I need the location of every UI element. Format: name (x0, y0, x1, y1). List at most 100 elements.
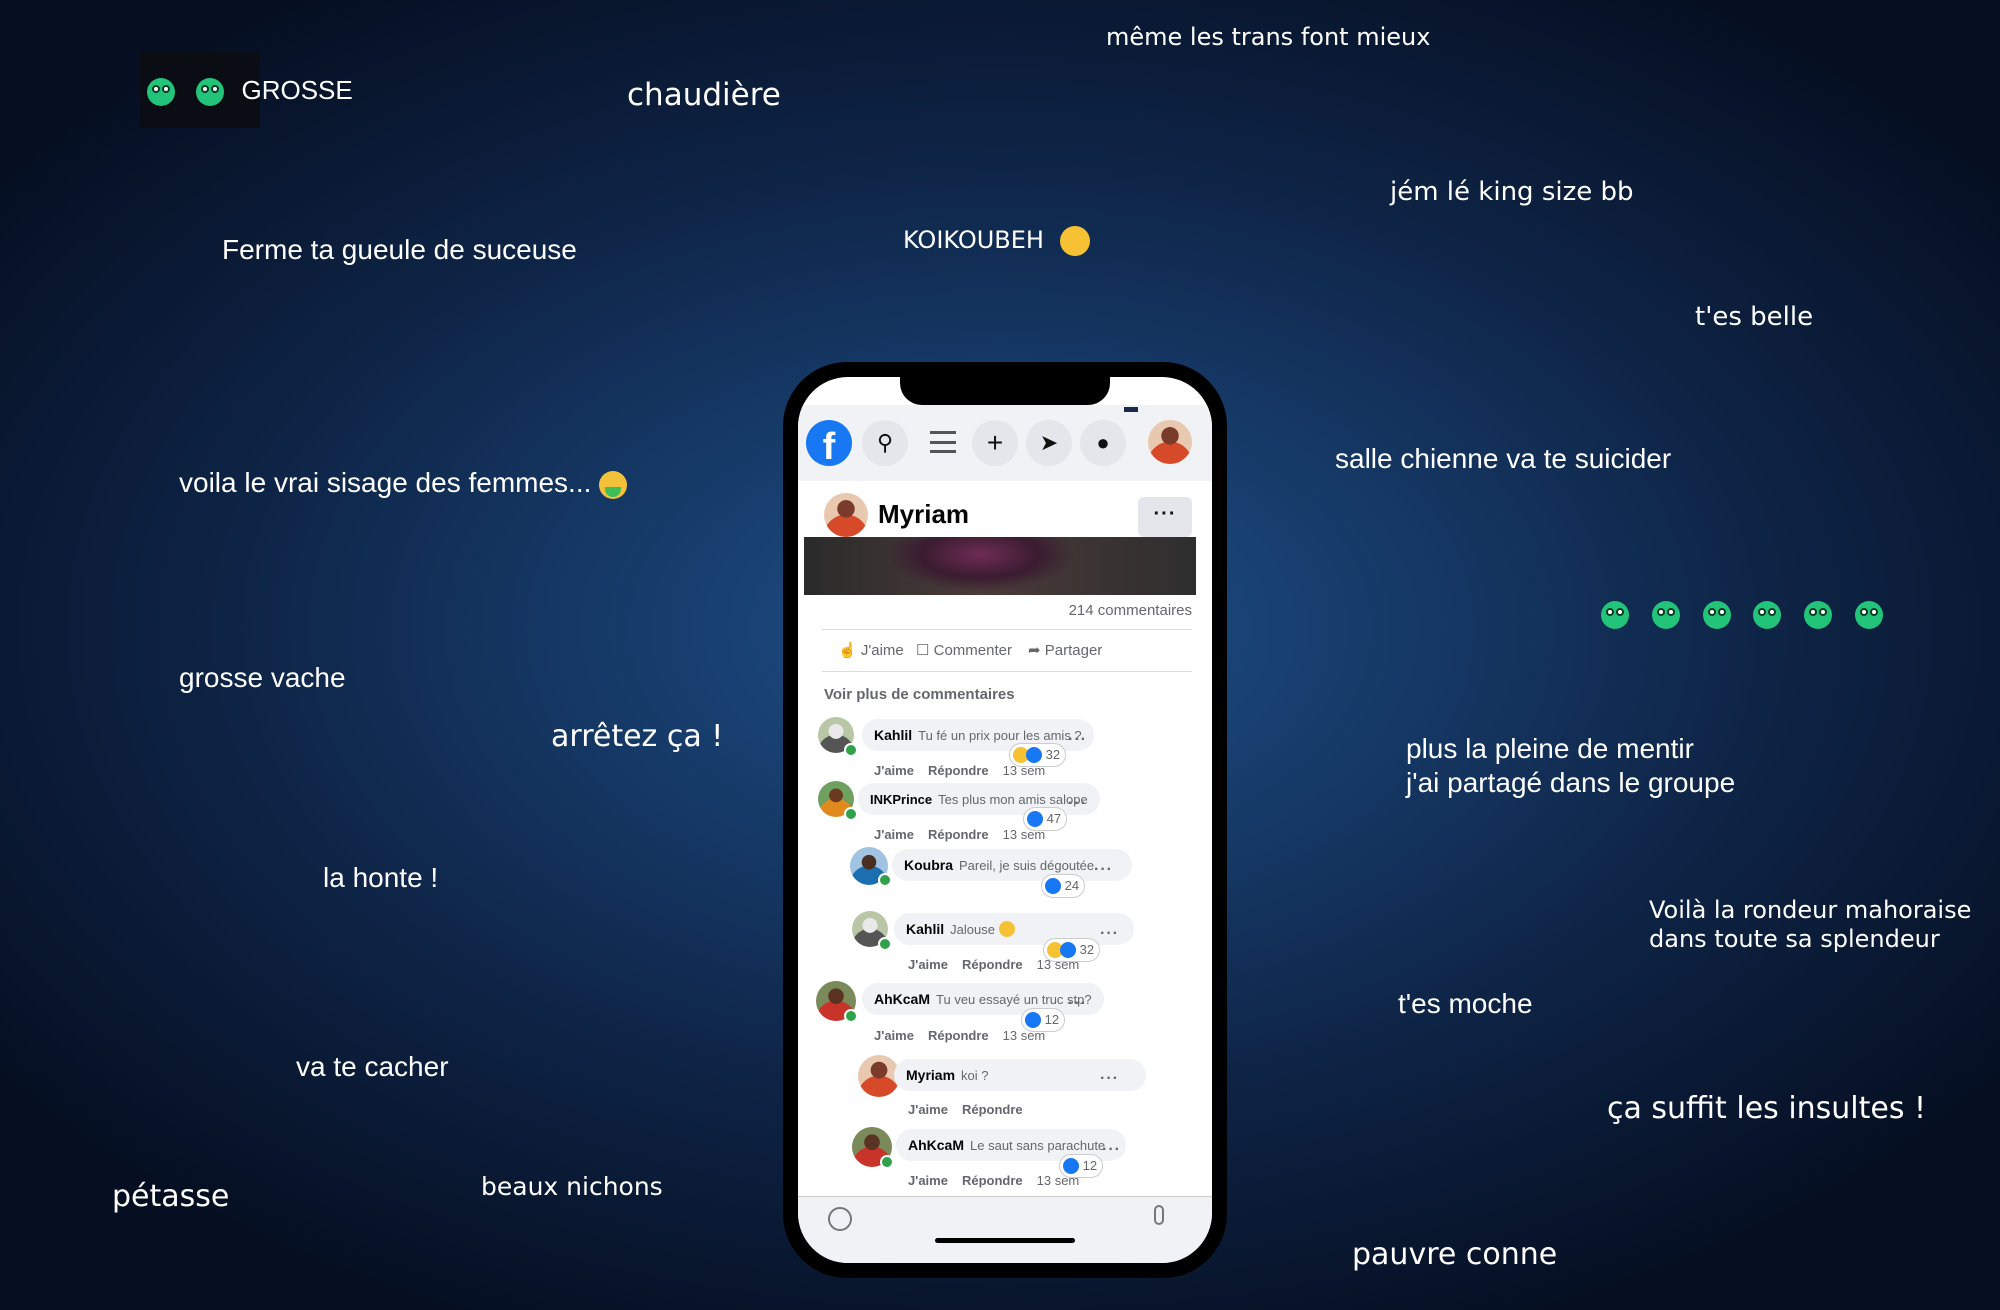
post-photo[interactable] (804, 537, 1196, 595)
comment-pauvre-conne: pauvre conne (1352, 1237, 1558, 1272)
comment-author[interactable]: Kahlil (874, 727, 912, 743)
sick-face-icon (196, 78, 225, 107)
comment-reply-link[interactable]: Répondre (928, 827, 989, 842)
comment-text: Tes plus mon amis salope (938, 792, 1088, 807)
reaction-number: 12 (1082, 1158, 1098, 1173)
microphone-icon[interactable] (1154, 1205, 1164, 1225)
comment-voila-le-vrai: voila le vrai sisage des femmes... (179, 467, 628, 499)
comment-like-link[interactable]: J'aime (874, 763, 914, 778)
comment-more-icon[interactable]: ··· (1068, 731, 1087, 749)
like-button[interactable]: ☝ J'aime (838, 641, 904, 659)
comment-reply-link[interactable]: Répondre (962, 957, 1023, 972)
home-indicator (935, 1238, 1075, 1243)
comment-ferme-ta-gueule: Ferme ta gueule de suceuse (222, 234, 577, 265)
see-more-comments-link[interactable]: Voir plus de commentaires (824, 686, 1015, 703)
comment-author[interactable]: AhKcaM (874, 991, 930, 1007)
phone-notch (900, 377, 1110, 405)
comment-more-icon[interactable]: ··· (1068, 995, 1087, 1013)
comment-button[interactable]: ☐ Commenter (916, 641, 1012, 659)
bell-icon[interactable]: ● (1080, 420, 1126, 466)
sick-face-icon (1854, 600, 1883, 629)
comment-count[interactable]: 214 commentaires (1069, 602, 1192, 619)
comment-reply-link[interactable]: Répondre (928, 763, 989, 778)
reaction-number: 24 (1064, 878, 1080, 893)
status-indicator (1124, 407, 1138, 412)
reaction-number: 32 (1045, 747, 1061, 762)
comment-author[interactable]: AhKcaM (908, 1137, 964, 1153)
comment-label: Commenter (933, 642, 1012, 659)
comment-beaux-nichons: beaux nichons (481, 1172, 663, 1201)
comment-la-honte: la honte ! (323, 862, 439, 893)
phone-frame: f ⚲ + ➤ ● Myriam ··· 214 commentaires ☝ … (783, 362, 1227, 1278)
comment-time: 13 sem (1002, 1028, 1046, 1043)
comment-like-link[interactable]: J'aime (908, 957, 948, 972)
grosse-comment: GROSSE (147, 75, 353, 107)
comment-text: Jalouse (950, 922, 995, 937)
comment-reply-link[interactable]: Répondre (962, 1173, 1023, 1188)
comment-meta: J'aime Répondre 13 sem (908, 1173, 1079, 1188)
comment-time: 13 sem (1002, 763, 1046, 778)
comment-va-te-cacher: va te cacher (296, 1051, 449, 1082)
comment-text: koi ? (961, 1068, 989, 1083)
online-dot (844, 807, 858, 821)
comment-reply-link[interactable]: Répondre (928, 1028, 989, 1043)
comment-like-link[interactable]: J'aime (874, 827, 914, 842)
comment-more-icon[interactable]: ··· (1068, 795, 1087, 813)
reaction-count[interactable]: 24 (1042, 875, 1085, 897)
share-button[interactable]: ➦ Partager (1028, 641, 1102, 659)
sick-faces-row (1601, 597, 1883, 629)
sick-face-icon (147, 78, 175, 107)
comment-reply-link[interactable]: Répondre (962, 1102, 1023, 1117)
comment-text: Tu fé un prix pour les amis ? (918, 728, 1082, 743)
comment-author[interactable]: Koubra (904, 857, 953, 873)
comment-author[interactable]: Myriam (906, 1067, 955, 1083)
emoji-icon[interactable] (828, 1207, 852, 1231)
like-reaction-icon (1045, 877, 1061, 894)
online-dot (878, 873, 892, 887)
comment-author[interactable]: INKPrince (870, 792, 932, 807)
profile-avatar[interactable] (1148, 420, 1192, 464)
menu-icon[interactable] (930, 431, 956, 453)
like-reaction-icon (1025, 1011, 1041, 1028)
post-author-name[interactable]: Myriam (878, 499, 969, 530)
comment-chaudiere: chaudière (627, 77, 781, 113)
comment-more-icon[interactable]: ··· (1102, 1141, 1121, 1159)
comment-more-icon[interactable]: ··· (1100, 925, 1119, 943)
comment-like-link[interactable]: J'aime (874, 1028, 914, 1043)
divider (822, 629, 1192, 630)
create-button[interactable]: + (972, 420, 1018, 466)
sick-face-icon (1601, 600, 1629, 629)
author-avatar[interactable] (824, 493, 868, 537)
comment-arretez-ca: arrêtez ça ! (551, 719, 724, 754)
comment-bubble-icon: ☐ (916, 642, 930, 659)
comment-meta: J'aime Répondre 13 sem (874, 1028, 1045, 1043)
post-more-button[interactable]: ··· (1138, 497, 1192, 537)
sick-face-icon (1804, 600, 1833, 629)
comment-bubble[interactable]: INKPrince Tes plus mon amis salope (858, 783, 1100, 815)
online-dot (878, 937, 892, 951)
comment-like-link[interactable]: J'aime (908, 1173, 948, 1188)
comment-input-bar[interactable] (798, 1196, 1212, 1263)
phone-screen: f ⚲ + ➤ ● Myriam ··· 214 commentaires ☝ … (798, 377, 1212, 1263)
grosse-text: GROSSE (241, 75, 353, 105)
comment-bubble[interactable]: Kahlil Jalouse (894, 913, 1134, 945)
reaction-number: 47 (1046, 811, 1062, 826)
sick-face-icon (1651, 600, 1680, 629)
like-reaction-icon (1063, 1157, 1079, 1174)
comment-text: Le saut sans parachute (970, 1138, 1106, 1153)
comment-meme-les-trans: même les trans font mieux (1106, 23, 1431, 51)
comment-more-icon[interactable]: ··· (1100, 1070, 1119, 1088)
divider (822, 671, 1192, 672)
comment-author[interactable]: Kahlil (906, 921, 944, 937)
comment-koikoubeh: KOIKOUBEH (903, 226, 1090, 256)
comment-time: 13 sem (1002, 827, 1046, 842)
online-dot (880, 1155, 894, 1169)
facebook-logo-icon[interactable]: f (806, 420, 852, 466)
comment-voila-la-rondeur: Voilà la rondeur mahoraise dans toute sa… (1649, 896, 1972, 953)
reaction-number: 32 (1079, 942, 1095, 957)
comment-more-icon[interactable]: ··· (1094, 861, 1113, 879)
search-icon[interactable]: ⚲ (862, 420, 908, 466)
messenger-icon[interactable]: ➤ (1026, 420, 1072, 466)
comment-like-link[interactable]: J'aime (908, 1102, 948, 1117)
sick-face-icon (1702, 600, 1731, 629)
